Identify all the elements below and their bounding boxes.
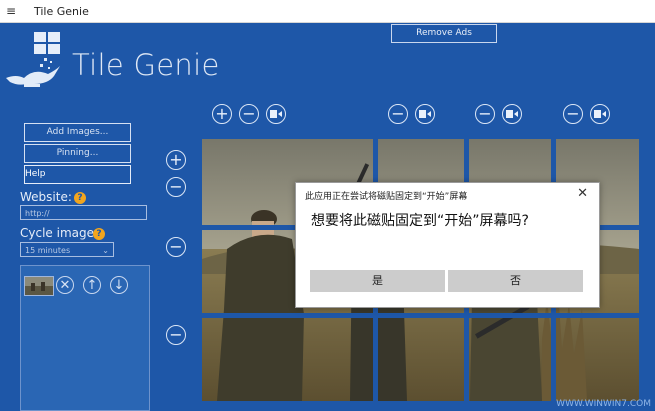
magic-lamp-icon (4, 56, 64, 94)
remove-row-icon[interactable]: − (166, 177, 186, 197)
windows-logo-icon (34, 32, 60, 58)
cycle-help-icon[interactable]: ? (93, 228, 105, 240)
move-down-icon[interactable]: ↓ (110, 276, 128, 294)
image-thumbnail[interactable] (24, 276, 54, 296)
yes-button[interactable]: 是 (310, 270, 445, 292)
website-label: Website: (20, 190, 72, 204)
remove-image-icon[interactable]: ✕ (56, 276, 74, 294)
dialog-title: 此应用正在尝试将磁贴固定到“开始”屏幕 (305, 192, 468, 202)
add-column-icon[interactable]: + (212, 104, 232, 124)
close-icon[interactable]: ✕ (577, 186, 588, 201)
remove-column-4-icon[interactable]: − (563, 104, 583, 124)
app-logo-text: Tile Genie (72, 48, 220, 82)
dialog-message: 想要将此磁贴固定到“开始”屏幕吗? (311, 213, 529, 229)
add-row-icon[interactable]: + (166, 150, 186, 170)
cycle-image-select[interactable]: 15 minutes ⌄ (20, 242, 114, 257)
tile-size-2-icon[interactable] (415, 104, 435, 124)
no-button[interactable]: 否 (448, 270, 583, 292)
window-title-bar: ≡ Tile Genie (0, 0, 655, 23)
website-input[interactable]: http:// (20, 205, 147, 220)
remove-column-icon[interactable]: − (239, 104, 259, 124)
remove-column-2-icon[interactable]: − (388, 104, 408, 124)
remove-row-2-icon[interactable]: − (166, 237, 186, 257)
grid-line-horizontal (202, 313, 639, 318)
pinning-button[interactable]: Pinning... (24, 144, 131, 163)
hamburger-menu-icon[interactable]: ≡ (6, 4, 16, 18)
image-list: ✕ ↑ ↓ (20, 265, 150, 411)
help-button[interactable]: Help (24, 165, 131, 184)
add-images-button[interactable]: Add Images... (24, 123, 131, 142)
watermark: WWW.WINWIN7.COM (556, 399, 651, 409)
remove-ads-button[interactable]: Remove Ads (391, 24, 497, 43)
tile-size-icon[interactable] (266, 104, 286, 124)
website-help-icon[interactable]: ? (74, 192, 86, 204)
tile-size-3-icon[interactable] (502, 104, 522, 124)
chevron-down-icon: ⌄ (102, 246, 109, 255)
cycle-image-label: Cycle image: (20, 226, 99, 240)
window-title: Tile Genie (34, 5, 89, 18)
cycle-select-value: 15 minutes (25, 246, 71, 255)
tile-size-4-icon[interactable] (590, 104, 610, 124)
remove-column-3-icon[interactable]: − (475, 104, 495, 124)
remove-row-3-icon[interactable]: − (166, 325, 186, 345)
move-up-icon[interactable]: ↑ (83, 276, 101, 294)
pin-tile-dialog: 此应用正在尝试将磁贴固定到“开始”屏幕 ✕ 想要将此磁贴固定到“开始”屏幕吗? … (295, 182, 600, 308)
